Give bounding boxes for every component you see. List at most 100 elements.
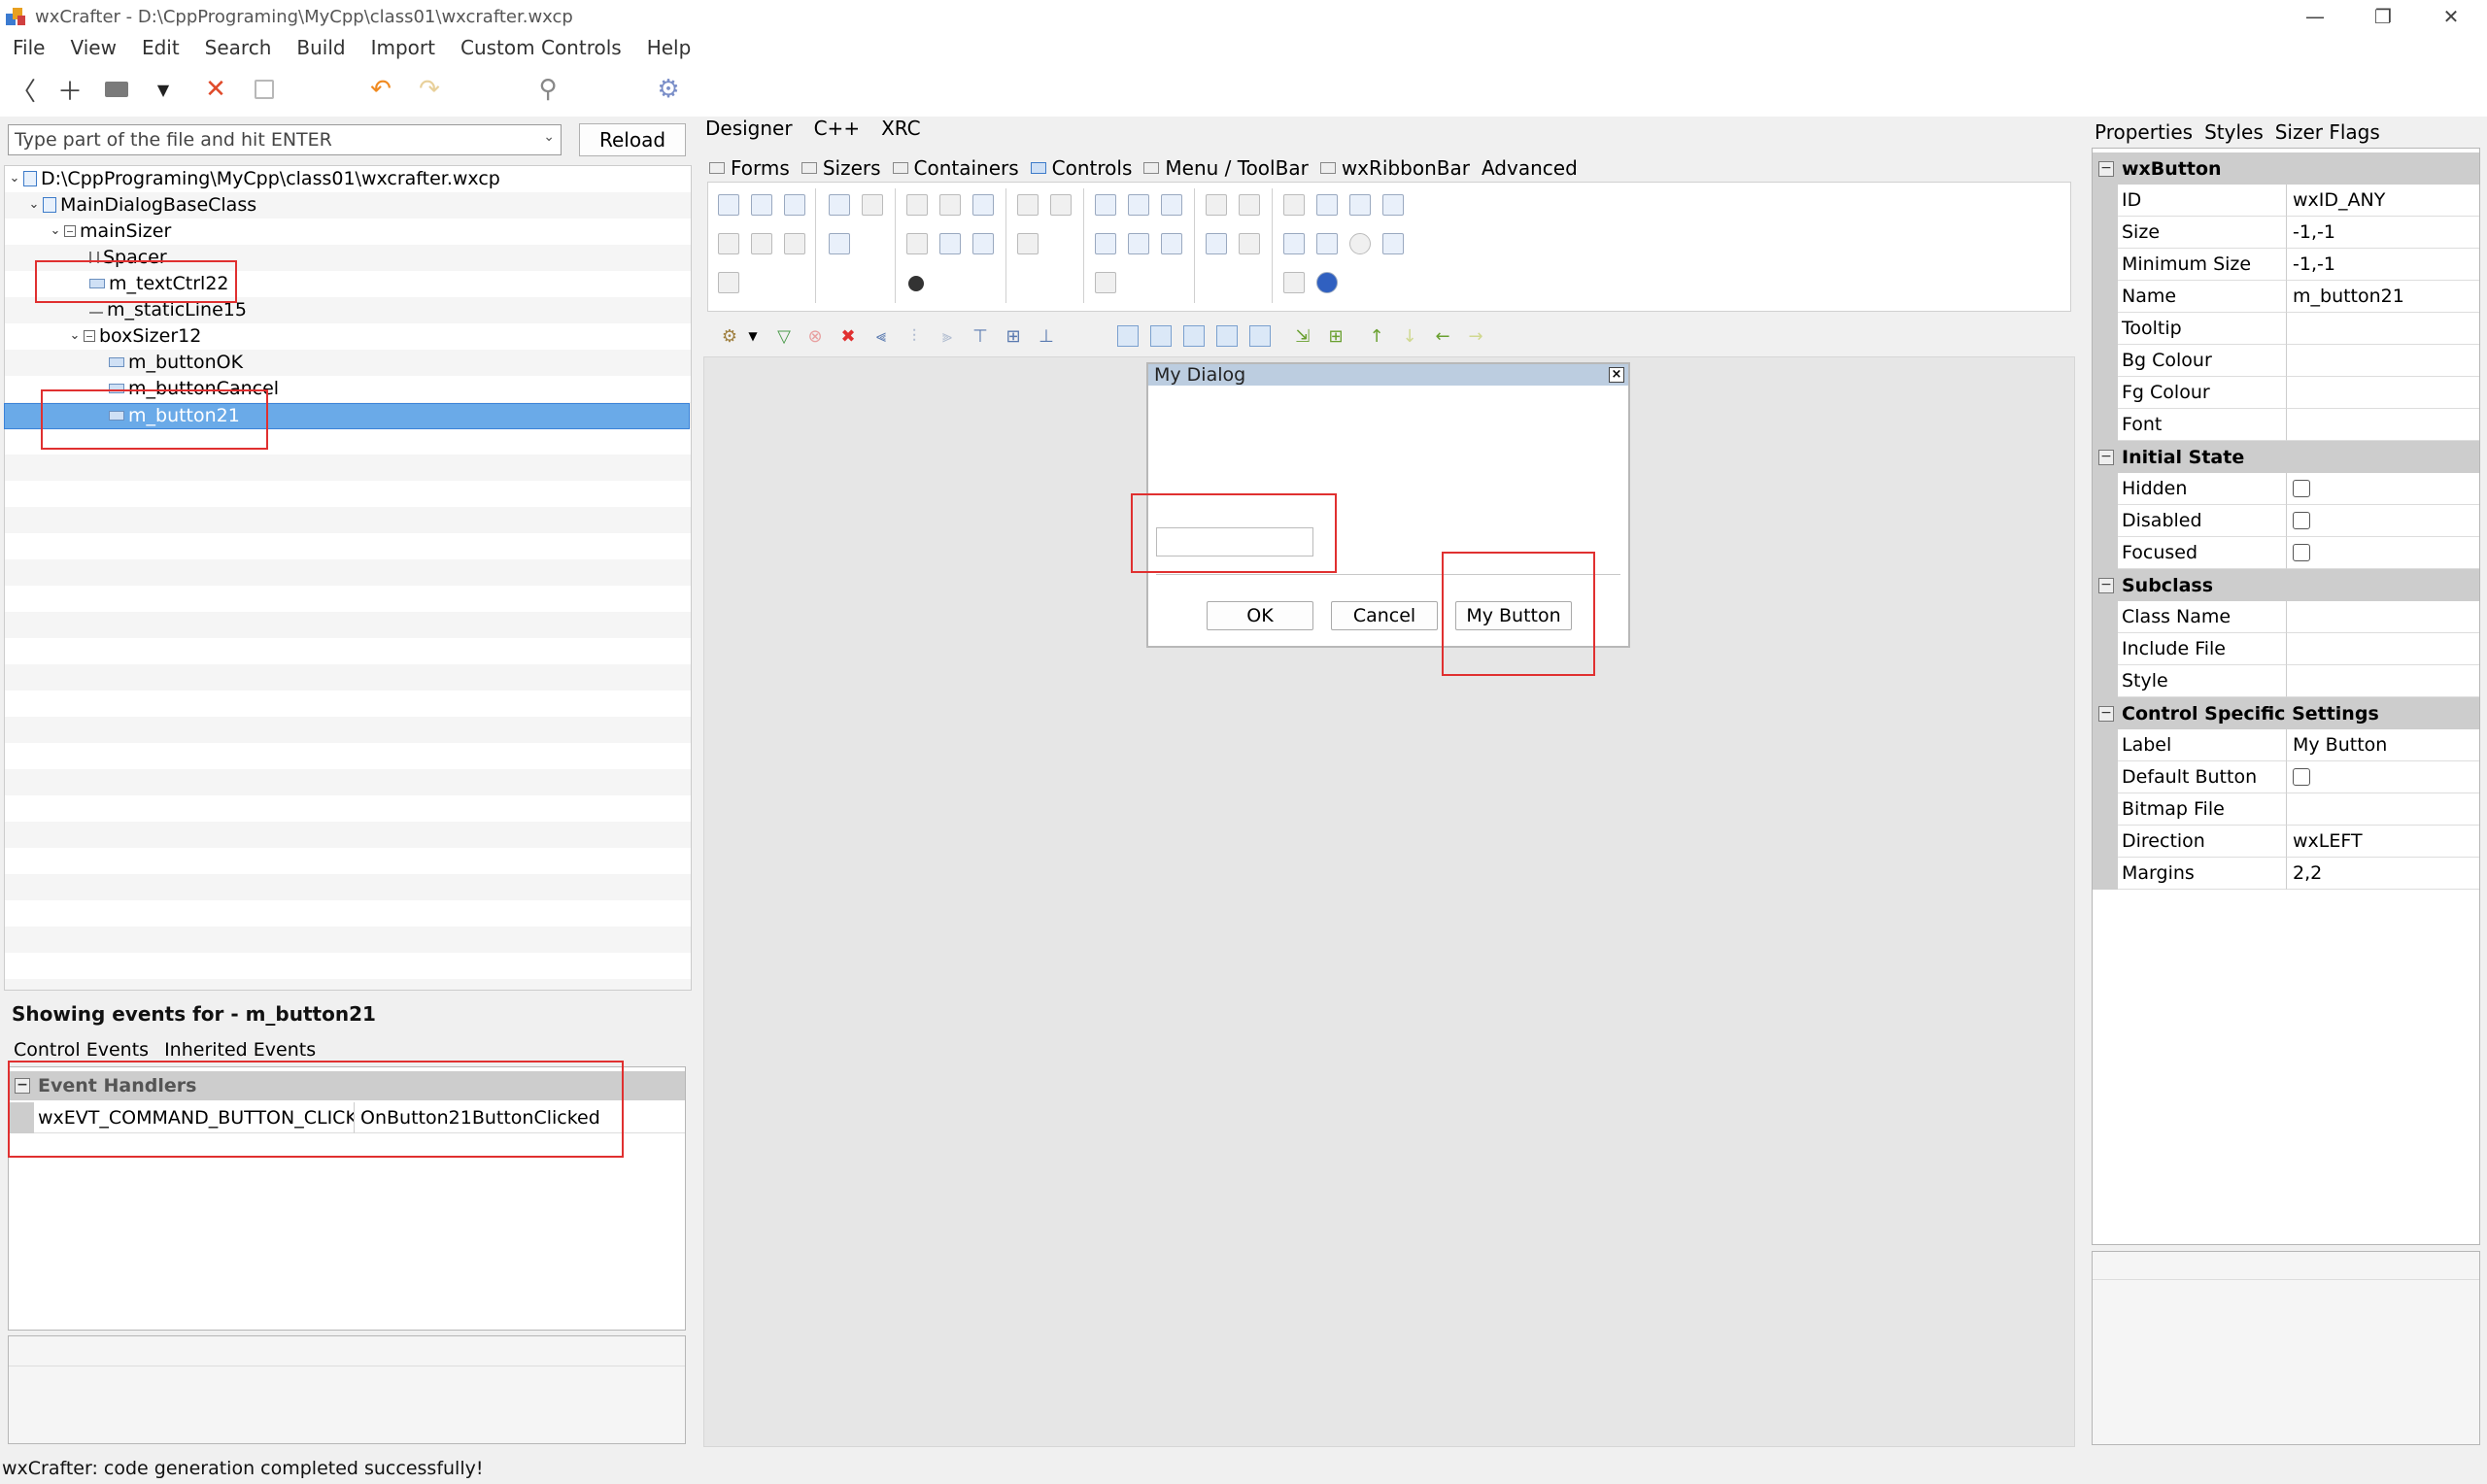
expand-icon[interactable]: ⇲ bbox=[1292, 325, 1313, 347]
undo-icon[interactable]: ↶ bbox=[365, 74, 396, 105]
list-box-control-icon[interactable] bbox=[1017, 233, 1039, 254]
open-folder-icon[interactable] bbox=[101, 74, 132, 105]
font-picker-control-icon[interactable] bbox=[1349, 194, 1371, 216]
tree-ctrl-control-icon[interactable] bbox=[1128, 194, 1149, 216]
stop-icon[interactable]: ⊗ bbox=[804, 325, 826, 347]
prop-row-margins[interactable]: Margins 2,2 bbox=[2093, 858, 2479, 890]
prop-row-default-button[interactable]: Default Button bbox=[2093, 761, 2479, 793]
toggle-button-control-icon[interactable] bbox=[784, 194, 805, 216]
align-center-icon[interactable]: ⫶ bbox=[903, 325, 925, 347]
menu-build[interactable]: Build bbox=[284, 36, 358, 59]
border-all-icon[interactable] bbox=[1117, 325, 1139, 347]
hyperlink-control-icon[interactable] bbox=[906, 233, 928, 254]
prop-value[interactable]: wxID_ANY bbox=[2287, 185, 2479, 217]
tab-ribbonbar[interactable]: wxRibbonBar bbox=[1319, 156, 1470, 180]
close-x-icon[interactable]: ✕ bbox=[200, 74, 231, 105]
settings-gear-icon[interactable]: ⚙ bbox=[653, 74, 684, 105]
prop-value[interactable]: -1,-1 bbox=[2287, 217, 2479, 249]
collapse-icon[interactable]: − bbox=[2098, 449, 2114, 465]
back-icon[interactable]: 〈 bbox=[8, 74, 39, 107]
radio-button-control-icon[interactable] bbox=[829, 233, 850, 254]
prop-row-font[interactable]: Font bbox=[2093, 409, 2479, 441]
tree-node-spacer[interactable]: Spacer bbox=[72, 244, 167, 270]
text-ctrl-control-icon[interactable] bbox=[972, 194, 994, 216]
colour-picker-control-icon[interactable] bbox=[1316, 194, 1338, 216]
align-left-icon[interactable]: ⫷ bbox=[870, 325, 892, 347]
grid-layout-icon[interactable]: ⊞ bbox=[1325, 325, 1346, 347]
combo-box-control-icon[interactable] bbox=[1050, 194, 1072, 216]
web-view-control-icon[interactable] bbox=[1382, 233, 1404, 254]
preview-ok-button[interactable]: OK bbox=[1207, 601, 1313, 630]
tab-sizer-flags[interactable]: Sizer Flags bbox=[2275, 120, 2380, 144]
menu-search[interactable]: Search bbox=[192, 36, 285, 59]
tree-node-button-ok[interactable]: m_buttonOK bbox=[91, 349, 243, 375]
static-bitmap-control-icon[interactable] bbox=[939, 233, 961, 254]
prop-row-fg-colour[interactable]: Fg Colour bbox=[2093, 377, 2479, 409]
preview-cancel-button[interactable]: Cancel bbox=[1331, 601, 1438, 630]
prop-value[interactable]: 2,2 bbox=[2287, 858, 2479, 890]
tab-inherited-events[interactable]: Inherited Events bbox=[162, 1039, 318, 1062]
dropdown-arrow-icon[interactable]: ▼ bbox=[148, 74, 179, 105]
tab-menu-toolbar[interactable]: Menu / ToolBar bbox=[1143, 156, 1309, 180]
animation-control-icon[interactable] bbox=[718, 272, 739, 293]
data-view-control-icon[interactable] bbox=[1095, 233, 1116, 254]
prop-value[interactable]: My Button bbox=[2287, 729, 2479, 761]
menu-custom-controls[interactable]: Custom Controls bbox=[448, 36, 634, 59]
border-bottom-icon[interactable] bbox=[1249, 325, 1271, 347]
prop-row-hidden[interactable]: Hidden bbox=[2093, 473, 2479, 505]
tree-node-button-cancel[interactable]: m_buttonCancel bbox=[91, 375, 279, 401]
tree-node-textctrl[interactable]: m_textCtrl22 bbox=[72, 270, 229, 296]
tab-containers[interactable]: Containers bbox=[892, 156, 1019, 180]
prop-value[interactable]: wxLEFT bbox=[2287, 826, 2479, 858]
file-search-input[interactable]: Type part of the file and hit ENTER ⌄ bbox=[8, 124, 562, 155]
search-icon[interactable]: ⚲ bbox=[532, 74, 563, 105]
prop-row-focused[interactable]: Focused bbox=[2093, 537, 2479, 569]
prop-value[interactable] bbox=[2287, 313, 2479, 345]
tree-node-boxsizer[interactable]: ⌄ boxSizer12 bbox=[66, 322, 202, 349]
tree-node-main-dialog[interactable]: ⌄ MainDialogBaseClass bbox=[25, 191, 257, 218]
redo-icon[interactable]: ↷ bbox=[414, 74, 445, 105]
prop-row-id[interactable]: ID wxID_ANY bbox=[2093, 185, 2479, 217]
prop-row-direction[interactable]: Direction wxLEFT bbox=[2093, 826, 2479, 858]
bitmap-button-control-icon[interactable] bbox=[751, 194, 772, 216]
align-middle-icon[interactable]: ⊞ bbox=[1003, 325, 1024, 347]
check-list-control-icon[interactable] bbox=[1095, 272, 1116, 293]
menu-view[interactable]: View bbox=[57, 36, 128, 59]
close-icon[interactable]: × bbox=[1609, 367, 1624, 383]
preview-dialog[interactable]: My Dialog × OK Cancel My Button bbox=[1146, 362, 1630, 648]
info-bar-control-icon[interactable] bbox=[1283, 272, 1305, 293]
prop-row-name[interactable]: Name m_button21 bbox=[2093, 281, 2479, 313]
collapse-icon[interactable]: − bbox=[15, 1078, 30, 1094]
file-picker-control-icon[interactable] bbox=[1382, 194, 1404, 216]
tab-advanced[interactable]: Advanced bbox=[1482, 156, 1578, 180]
prop-value[interactable] bbox=[2287, 601, 2479, 633]
minimize-button[interactable]: — bbox=[2281, 0, 2349, 33]
button-control-icon[interactable] bbox=[718, 194, 739, 216]
menu-file[interactable]: File bbox=[0, 36, 57, 59]
prop-value[interactable] bbox=[2287, 633, 2479, 665]
collapse-icon[interactable]: − bbox=[2098, 577, 2114, 593]
radio-box-control-icon[interactable] bbox=[862, 194, 883, 216]
move-right-icon[interactable]: → bbox=[1465, 325, 1486, 347]
align-top-icon[interactable]: ⊤ bbox=[970, 325, 991, 347]
border-right-icon[interactable] bbox=[1216, 325, 1238, 347]
prop-row-size[interactable]: Size -1,-1 bbox=[2093, 217, 2479, 249]
border-top-icon[interactable] bbox=[1183, 325, 1205, 347]
focused-checkbox[interactable] bbox=[2293, 544, 2310, 561]
prop-row-min-size[interactable]: Minimum Size -1,-1 bbox=[2093, 249, 2479, 281]
prop-row-disabled[interactable]: Disabled bbox=[2093, 505, 2479, 537]
prop-row-include-file[interactable]: Include File bbox=[2093, 633, 2479, 665]
tree-node-project-file[interactable]: ⌄ D:\CppPrograming\MyCpp\class01\wxcraft… bbox=[6, 165, 500, 191]
preview-my-button[interactable]: My Button bbox=[1455, 601, 1572, 630]
hidden-checkbox[interactable] bbox=[2293, 480, 2310, 497]
gauge-control-icon[interactable] bbox=[784, 233, 805, 254]
dropdown-arrow-icon[interactable]: ▼ bbox=[742, 325, 764, 347]
clock-timer-control-icon[interactable] bbox=[1349, 233, 1371, 254]
chevron-down-icon[interactable]: ⌄ bbox=[543, 129, 555, 145]
save-icon[interactable] bbox=[249, 74, 280, 105]
property-grid-control-icon[interactable] bbox=[1128, 233, 1149, 254]
preview-text-ctrl[interactable] bbox=[1156, 527, 1313, 556]
tab-controls[interactable]: Controls bbox=[1030, 156, 1132, 180]
media-control-icon[interactable] bbox=[1316, 233, 1338, 254]
chevron-down-icon[interactable]: ⌄ bbox=[25, 197, 43, 212]
